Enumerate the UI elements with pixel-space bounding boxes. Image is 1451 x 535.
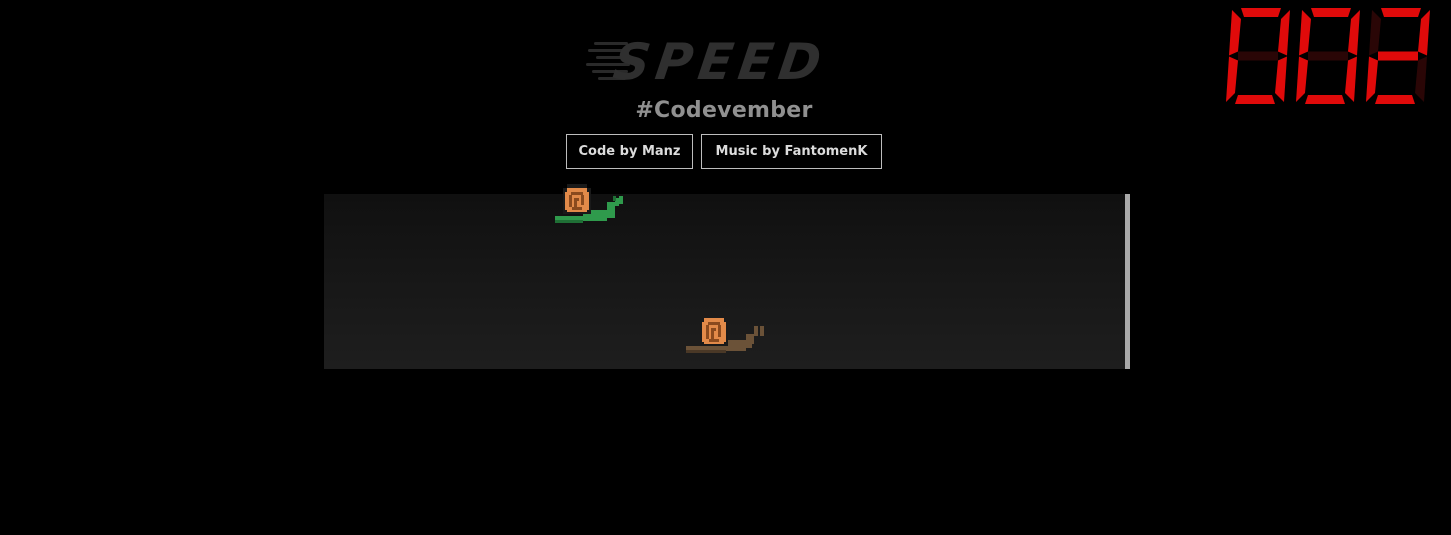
counter-segment-f (1229, 10, 1241, 56)
green-snail-icon (555, 184, 623, 223)
score-counter (1222, 8, 1432, 110)
counter-segment-f (1369, 10, 1381, 56)
counter-segment-g (1308, 51, 1348, 61)
counter-segment-d (1305, 95, 1345, 104)
brown-snail-icon (686, 314, 764, 353)
counter-segment-a (1381, 8, 1421, 17)
counter-digit (1366, 8, 1430, 104)
counter-segment-a (1241, 8, 1281, 17)
counter-segment-e (1366, 56, 1378, 102)
counter-digit (1226, 8, 1290, 104)
counter-segment-f (1299, 10, 1311, 56)
code-credit-button[interactable]: Code by Manz (566, 134, 693, 169)
speed-logo: Speed (586, 33, 852, 92)
finish-line (1125, 194, 1130, 369)
counter-segment-b (1278, 10, 1290, 56)
counter-segment-g (1378, 51, 1418, 61)
counter-segment-b (1418, 10, 1430, 56)
seven-segment-display (1226, 8, 1430, 104)
counter-segment-c (1415, 56, 1427, 102)
counter-segment-c (1345, 56, 1357, 102)
counter-segment-d (1235, 95, 1275, 104)
game-title: Speed (609, 33, 831, 91)
game-screen: Speed #Codevember Code by Manz Music by … (0, 0, 1451, 535)
counter-segment-e (1296, 56, 1308, 102)
counter-segment-b (1348, 10, 1360, 56)
music-credit-button[interactable]: Music by FantomenK (701, 134, 882, 169)
counter-segment-c (1275, 56, 1287, 102)
counter-segment-a (1311, 8, 1351, 17)
counter-segment-d (1375, 95, 1415, 104)
brown-snail[interactable] (684, 312, 764, 356)
counter-segment-e (1226, 56, 1238, 102)
green-snail[interactable] (553, 180, 629, 224)
counter-segment-g (1238, 51, 1278, 61)
counter-digit (1296, 8, 1360, 104)
